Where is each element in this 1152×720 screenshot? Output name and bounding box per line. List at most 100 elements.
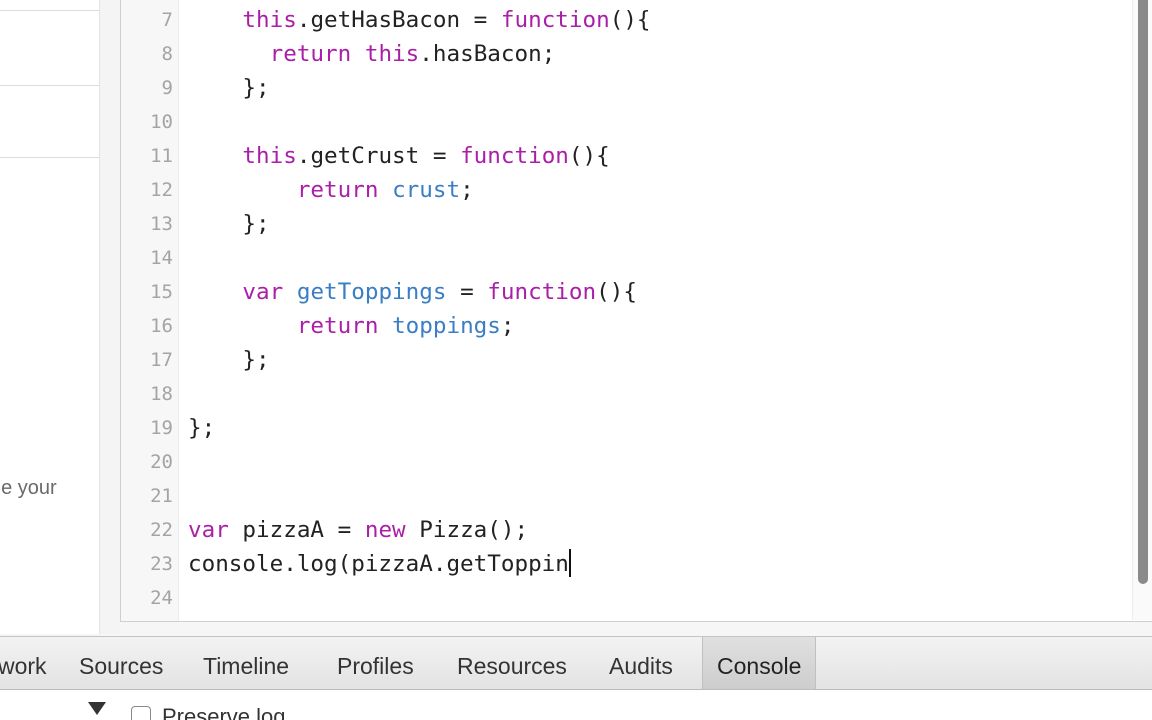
code-line[interactable]: 16 return toppings; <box>121 309 1131 343</box>
preserve-log-label: Preserve log <box>162 704 286 720</box>
divider <box>0 85 100 86</box>
line-number: 24 <box>150 587 173 609</box>
panel-gap <box>100 0 120 634</box>
text-cursor <box>568 548 571 577</box>
code-line[interactable]: 23 console.log(pizzaA.getToppin <box>121 547 1131 581</box>
code-text: pizzaA = <box>228 517 365 543</box>
line-number: 15 <box>150 281 173 303</box>
line-number: 17 <box>150 349 173 371</box>
code-line[interactable]: 17 }; <box>121 343 1131 377</box>
code-keyword: var <box>242 279 284 305</box>
code-text: (){ <box>609 7 651 33</box>
code-line[interactable]: 9 }; <box>121 71 1131 105</box>
tab-network[interactable]: work <box>0 637 47 689</box>
preserve-log-checkbox[interactable] <box>131 706 151 720</box>
code-line[interactable]: 14 <box>121 241 1131 275</box>
code-keyword: function <box>487 279 597 305</box>
line-code[interactable]: var pizzaA = new Pizza(); <box>188 513 528 547</box>
line-number: 18 <box>150 383 173 405</box>
left-panel-text: ne your <box>0 477 57 499</box>
code-text: }; <box>188 211 270 237</box>
code-identifier: crust <box>392 177 461 203</box>
tab-resources[interactable]: Resources <box>457 637 567 689</box>
code-text: }; <box>188 347 270 373</box>
tab-timeline[interactable]: Timeline <box>203 637 289 689</box>
line-code[interactable]: return this.hasBacon; <box>188 37 556 71</box>
line-code[interactable]: return toppings; <box>188 309 515 343</box>
line-code[interactable]: }; <box>188 207 270 241</box>
code-identifier: getToppings <box>296 279 447 305</box>
code-line[interactable]: 24 <box>121 581 1131 615</box>
line-code[interactable]: }; <box>188 411 215 445</box>
devtools-tab-bar: work Sources Timeline Profiles Resources… <box>0 636 1152 690</box>
code-keyword: var <box>188 517 229 543</box>
editor-scrollbar[interactable] <box>1132 0 1152 620</box>
line-code[interactable]: }; <box>188 71 270 105</box>
code-line[interactable]: 13 }; <box>121 207 1131 241</box>
code-line[interactable]: 21 <box>121 479 1131 513</box>
code-keyword: this <box>242 143 297 169</box>
left-panel: ne your <box>0 0 100 634</box>
code-line[interactable]: 15 var getToppings = function(){ <box>121 275 1131 309</box>
code-line[interactable]: 7 this.getHasBacon = function(){ <box>121 3 1131 37</box>
code-keyword: new <box>364 517 406 543</box>
console-toolbar: Preserve log <box>0 690 1152 720</box>
line-code[interactable]: this.getCrust = function(){ <box>188 139 609 173</box>
code-text: .getCrust = <box>296 143 461 169</box>
code-keyword: return <box>269 41 352 67</box>
code-keyword: return <box>296 177 379 203</box>
code-text: .getHasBacon = <box>296 7 501 33</box>
line-code[interactable]: this.getHasBacon = function(){ <box>188 3 651 37</box>
line-number: 21 <box>150 485 173 507</box>
line-number: 9 <box>161 77 173 99</box>
code-line[interactable]: 10 <box>121 105 1131 139</box>
code-keyword: this <box>242 7 297 33</box>
code-line[interactable]: 11 this.getCrust = function(){ <box>121 139 1131 173</box>
code-line[interactable]: 19}; <box>121 411 1131 445</box>
code-text: }; <box>188 415 216 441</box>
code-line[interactable]: 22 var pizzaA = new Pizza(); <box>121 513 1131 547</box>
line-number: 19 <box>150 417 173 439</box>
code-line[interactable]: 18 <box>121 377 1131 411</box>
line-code[interactable]: }; <box>188 343 270 377</box>
line-code[interactable]: var getToppings = function(){ <box>188 275 637 309</box>
divider <box>0 157 100 158</box>
code-line[interactable]: 20 <box>121 445 1131 479</box>
filter-dropdown-icon[interactable] <box>88 702 106 715</box>
tab-profiles[interactable]: Profiles <box>337 637 414 689</box>
line-code[interactable]: console.log(pizzaA.getToppin <box>188 547 571 581</box>
code-editor[interactable]: 7 this.getHasBacon = function(){8 return… <box>120 0 1152 622</box>
code-line[interactable]: 8 return this.hasBacon; <box>121 37 1131 71</box>
code-text: }; <box>188 75 270 101</box>
code-text: console.log(pizzaA.getToppin <box>188 551 569 577</box>
code-keyword: function <box>500 7 610 33</box>
code-text: ; <box>500 313 515 339</box>
line-number: 8 <box>161 43 173 65</box>
line-code[interactable]: return crust; <box>188 173 474 207</box>
scrollbar-thumb[interactable] <box>1138 0 1148 584</box>
line-number: 11 <box>150 145 173 167</box>
code-keyword: return <box>296 313 379 339</box>
code-text: .hasBacon; <box>419 41 556 67</box>
code-text: (){ <box>596 279 637 305</box>
line-number: 12 <box>150 179 173 201</box>
code-text: = <box>446 279 488 305</box>
tab-audits[interactable]: Audits <box>609 637 673 689</box>
line-number: 23 <box>150 553 173 575</box>
line-number: 14 <box>150 247 173 269</box>
tab-console[interactable]: Console <box>702 637 817 689</box>
code-keyword: this <box>364 41 420 67</box>
line-number: 10 <box>150 111 173 133</box>
tab-sources[interactable]: Sources <box>79 637 163 689</box>
divider <box>0 10 100 11</box>
code-line[interactable]: 12 return crust; <box>121 173 1131 207</box>
line-number: 22 <box>150 519 173 541</box>
